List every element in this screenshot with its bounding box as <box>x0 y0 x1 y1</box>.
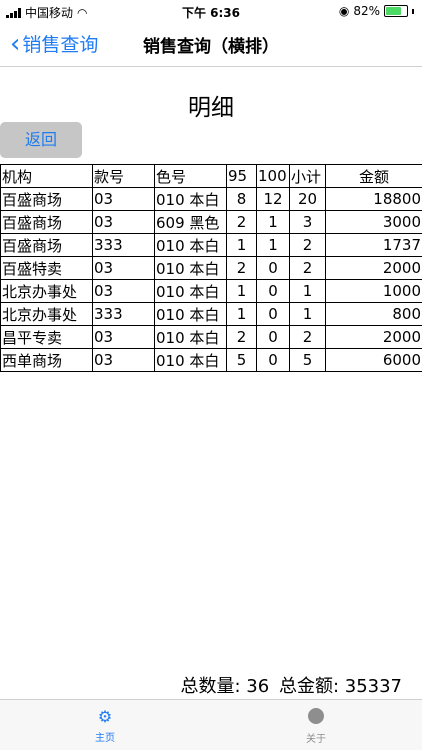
summary: 总数量: 36 总金额: 35337 <box>177 672 402 698</box>
cell-size-95: 8 <box>226 187 257 211</box>
cell-style: 03 <box>92 187 155 211</box>
table-row: 百盛商场 333 010 本白 1 1 2 1737 <box>0 233 422 257</box>
cell-subtotal: 2 <box>289 233 326 257</box>
cell-org: 百盛特卖 <box>0 256 93 280</box>
cell-amount: 800 <box>325 302 422 326</box>
cell-color: 010 本白 <box>154 302 227 326</box>
battery-icon <box>384 5 408 17</box>
cell-size-95: 1 <box>226 279 257 303</box>
cell-amount: 1737 <box>325 233 422 257</box>
cell-style: 333 <box>92 302 155 326</box>
status-right: ◉ 82% <box>339 4 414 18</box>
cell-style: 03 <box>92 325 155 349</box>
cell-color: 010 本白 <box>154 325 227 349</box>
cell-subtotal: 3 <box>289 210 326 234</box>
table-row: 北京办事处 333 010 本白 1 0 1 800 <box>0 302 422 326</box>
cell-size-95: 2 <box>226 210 257 234</box>
cell-style: 03 <box>92 256 155 280</box>
col-header-size-95: 95 <box>226 164 257 188</box>
tab-home[interactable]: ⚙ 主页 <box>65 707 145 745</box>
table-row: 西单商场 03 010 本白 5 0 5 6000 <box>0 348 422 372</box>
cell-size-100: 1 <box>256 210 290 234</box>
cell-size-95: 5 <box>226 348 257 372</box>
cell-style: 03 <box>92 279 155 303</box>
return-button[interactable]: 返回 <box>0 122 82 158</box>
cell-subtotal: 2 <box>289 256 326 280</box>
cell-subtotal: 1 <box>289 279 326 303</box>
cell-amount: 2000 <box>325 256 422 280</box>
cell-size-100: 0 <box>256 256 290 280</box>
circle-icon <box>308 708 324 724</box>
cell-style: 03 <box>92 210 155 234</box>
total-quantity: 总数量: 36 <box>180 676 270 697</box>
battery-cap <box>412 8 414 14</box>
cell-style: 333 <box>92 233 155 257</box>
cell-subtotal: 20 <box>289 187 326 211</box>
table-body: 百盛商场 03 010 本白 8 12 20 18800 百盛商场 03 609 黑色 2 1 3 300… <box>0 187 422 372</box>
table-header-row: 机构 款号 色号 95 100 小计 金额 <box>0 164 422 188</box>
cell-org: 百盛商场 <box>0 233 93 257</box>
cell-amount: 1000 <box>325 279 422 303</box>
col-header-subtotal: 小计 <box>289 164 326 188</box>
cell-size-100: 0 <box>256 279 290 303</box>
cell-size-95: 1 <box>226 233 257 257</box>
cell-color: 010 本白 <box>154 348 227 372</box>
cell-color: 609 黑色 <box>154 210 227 234</box>
cell-org: 北京办事处 <box>0 302 93 326</box>
col-header-org: 机构 <box>0 164 93 188</box>
cell-amount: 2000 <box>325 325 422 349</box>
col-header-color: 色号 <box>154 164 227 188</box>
cell-amount: 3000 <box>325 210 422 234</box>
table-row: 百盛商场 03 609 黑色 2 1 3 3000 <box>0 210 422 234</box>
cell-size-100: 0 <box>256 302 290 326</box>
tab-bar: ⚙ 主页 关于 <box>0 699 422 750</box>
table-row: 昌平专卖 03 010 本白 2 0 2 2000 <box>0 325 422 349</box>
cell-subtotal: 1 <box>289 302 326 326</box>
cell-size-100: 0 <box>256 325 290 349</box>
status-bar: 中国移动 ◠ 下午 6:36 ◉ 82% <box>0 0 422 22</box>
table-row: 百盛特卖 03 010 本白 2 0 2 2000 <box>0 256 422 280</box>
cell-size-100: 12 <box>256 187 290 211</box>
nav-title: 销售查询（横排） <box>143 37 279 57</box>
cell-subtotal: 5 <box>289 348 326 372</box>
tab-about-label: 关于 <box>306 734 326 745</box>
page-heading: 明细 <box>188 95 234 121</box>
battery-percent: 82% <box>353 4 380 18</box>
cell-color: 010 本白 <box>154 279 227 303</box>
cell-style: 03 <box>92 348 155 372</box>
battery-fill <box>386 7 401 15</box>
col-header-size-100: 100 <box>256 164 290 188</box>
detail-table: 机构 款号 色号 95 100 小计 金额 百盛商场 03 010 本白 8 12 20 1… <box>0 164 422 372</box>
cell-amount: 6000 <box>325 348 422 372</box>
tab-home-label: 主页 <box>95 733 115 744</box>
cell-size-95: 2 <box>226 325 257 349</box>
orientation-lock-icon: ◉ <box>338 4 350 18</box>
cell-org: 百盛商场 <box>0 187 93 211</box>
col-header-amount: 金额 <box>325 164 422 188</box>
tab-about[interactable]: 关于 <box>276 708 356 745</box>
cell-size-100: 1 <box>256 233 290 257</box>
total-amount: 总金额: 35337 <box>278 676 402 697</box>
cell-size-100: 0 <box>256 348 290 372</box>
cell-amount: 18800 <box>325 187 422 211</box>
cell-color: 010 本白 <box>154 233 227 257</box>
cell-org: 昌平专卖 <box>0 325 93 349</box>
cell-org: 北京办事处 <box>0 279 93 303</box>
col-header-style: 款号 <box>92 164 155 188</box>
cell-org: 百盛商场 <box>0 210 93 234</box>
nav-bar: ‹ 销售查询 销售查询（横排） <box>0 22 422 67</box>
table-row: 百盛商场 03 010 本白 8 12 20 18800 <box>0 187 422 211</box>
cell-color: 010 本白 <box>154 187 227 211</box>
cell-size-95: 1 <box>226 302 257 326</box>
table-row: 北京办事处 03 010 本白 1 0 1 1000 <box>0 279 422 303</box>
cell-size-95: 2 <box>226 256 257 280</box>
cell-org: 西单商场 <box>0 348 93 372</box>
cell-color: 010 本白 <box>154 256 227 280</box>
cell-subtotal: 2 <box>289 325 326 349</box>
gear-icon: ⚙ <box>97 707 113 726</box>
